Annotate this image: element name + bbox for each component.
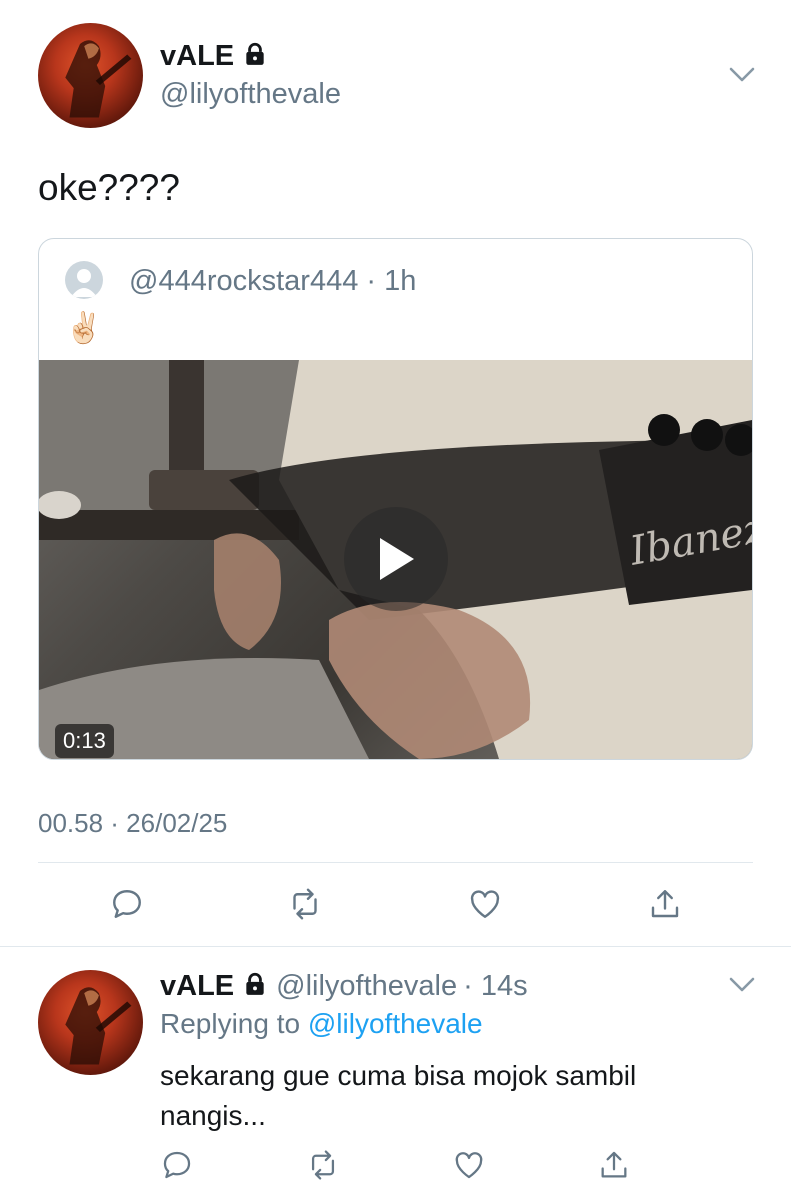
retweet-icon [293, 888, 317, 920]
play-icon [380, 538, 414, 580]
play-button[interactable] [344, 507, 448, 611]
lock-icon [242, 41, 268, 72]
share-icon [651, 890, 679, 918]
quoted-tweet-card[interactable]: @444rockstar444 · 1h ✌🏻 Ibanez 0:13 [38, 238, 753, 760]
quoted-avatar-placeholder[interactable] [65, 261, 103, 299]
video-duration-badge: 0:13 [55, 724, 114, 758]
avatar-guitarist-image [65, 987, 132, 1065]
video-player[interactable]: Ibanez 0:13 [39, 360, 752, 759]
like-button[interactable] [452, 1148, 486, 1182]
replying-to-label: Replying to [160, 1008, 301, 1039]
share-icon [601, 1151, 627, 1178]
lock-icon [242, 971, 268, 1002]
reply-avatar[interactable] [38, 970, 143, 1075]
reply-button[interactable] [109, 886, 145, 922]
share-button[interactable] [647, 886, 683, 922]
reply-icon [113, 890, 141, 918]
quoted-time: · 1h [366, 265, 417, 297]
section-divider [0, 946, 791, 947]
reply-handle[interactable]: @lilyofthevale [276, 970, 457, 1003]
avatar[interactable] [38, 23, 143, 128]
quoted-tweet-text: ✌🏻 [65, 312, 103, 345]
replying-to-link[interactable]: @lilyofthevale [308, 1008, 483, 1039]
username-handle[interactable]: @lilyofthevale [160, 78, 341, 111]
tweet-timestamp[interactable]: 00.58 · 26/02/25 [38, 808, 227, 839]
retweet-button[interactable] [287, 886, 323, 922]
replying-to-line: Replying to @lilyofthevale [160, 1008, 483, 1040]
like-icon [470, 890, 500, 918]
reply-icon [163, 1151, 191, 1179]
like-icon [455, 1152, 483, 1179]
reply-time: · 14s [463, 969, 528, 1002]
share-button[interactable] [597, 1148, 631, 1182]
quoted-handle[interactable]: @444rockstar444 [129, 265, 358, 297]
tweet-text: oke???? [38, 167, 180, 208]
reply-tweet-text: sekarang gue cuma bisa mojok sambil nang… [160, 1060, 637, 1131]
default-user-icon [71, 269, 97, 297]
retweet-button[interactable] [306, 1148, 340, 1182]
reply-display-name[interactable]: vALE [160, 970, 234, 1003]
chevron-down-icon[interactable] [729, 67, 755, 83]
reply-button[interactable] [160, 1148, 194, 1182]
chevron-down-icon[interactable] [729, 977, 755, 993]
like-button[interactable] [467, 886, 503, 922]
display-name[interactable]: vALE [160, 40, 234, 73]
retweet-icon [311, 1150, 335, 1180]
avatar-guitarist-image [65, 40, 132, 118]
divider [38, 862, 753, 863]
